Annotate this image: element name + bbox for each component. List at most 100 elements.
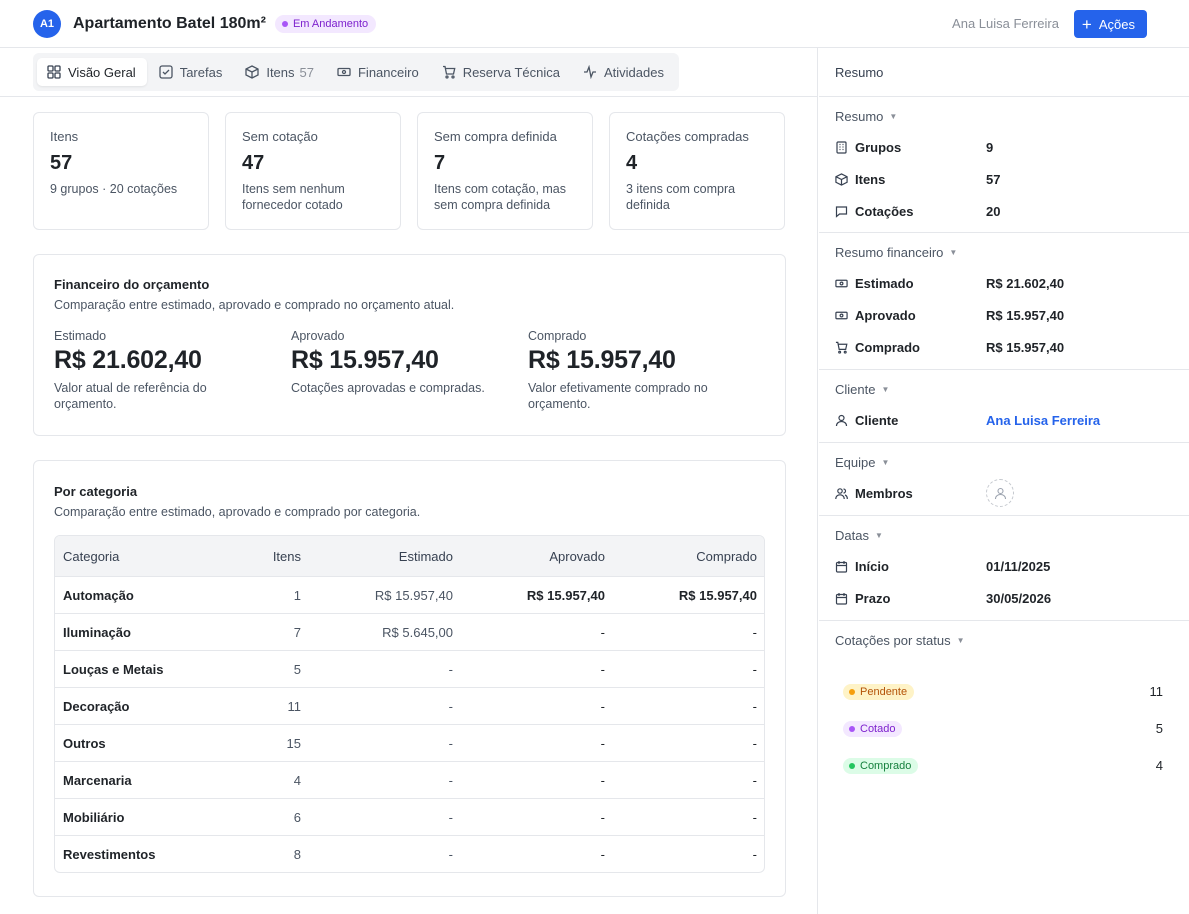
group-title: Datas [835, 527, 869, 543]
card-sub: Itens com cotação, mas sem compra defini… [434, 182, 567, 212]
table-row[interactable]: Iluminação 7 R$ 5.645,00 - - [55, 613, 764, 650]
card-sub: Itens sem nenhum fornecedor cotado [242, 182, 345, 212]
tab-tarefas[interactable]: Tarefas [149, 58, 234, 86]
cell: - [752, 772, 757, 788]
col-header[interactable]: Itens [215, 549, 301, 564]
status-row-cotado: Cotado 5 [843, 710, 1173, 747]
box-icon [835, 172, 848, 186]
row-value: 57 [986, 171, 1001, 187]
cell: R$ 15.957,40 [526, 587, 605, 603]
cell: - [448, 846, 453, 862]
group-toggle[interactable]: Equipe ▼ [835, 454, 1173, 470]
table-row[interactable]: Mobiliário 6 - - - [55, 798, 764, 835]
tab-financeiro[interactable]: Financeiro [327, 58, 430, 86]
table-row[interactable]: Automação 1 R$ 15.957,40 R$ 15.957,40 R$… [55, 576, 764, 613]
group-toggle[interactable]: Cotações por status ▼ [835, 633, 1173, 648]
fin-value: R$ 15.957,40 [291, 346, 439, 374]
card-label: Itens [50, 129, 79, 144]
cell: - [600, 661, 605, 677]
fin-label: Aprovado [291, 329, 345, 343]
page-title: Apartamento Batel 180m² [73, 14, 266, 32]
banknote-icon [337, 67, 351, 77]
cell: Iluminação [63, 624, 131, 640]
group-toggle[interactable]: Datas ▼ [835, 527, 1173, 543]
fin-aprovado: Aprovado R$ 15.957,40 Cotações aprovadas… [291, 329, 528, 412]
cell: Outros [63, 735, 106, 751]
cell: 7 [293, 624, 301, 640]
message-icon [835, 205, 848, 218]
row-inicio: Início 01/11/2025 [835, 550, 1173, 582]
calendar-icon [835, 560, 848, 573]
group-title: Equipe [835, 454, 876, 470]
tab-label: Visão Geral [68, 64, 136, 80]
card-label: Cotações compradas [626, 129, 749, 144]
users-icon [835, 487, 848, 499]
row-aprovado: Aprovado R$ 15.957,40 [835, 299, 1173, 331]
group-resumo-financeiro: Resumo financeiro ▼ Estimado R$ 21.602,4… [819, 233, 1189, 370]
add-member-avatar[interactable] [986, 479, 1014, 507]
fin-label: Comprado [528, 329, 587, 343]
group-toggle[interactable]: Resumo ▼ [835, 109, 1173, 124]
banknote-icon [835, 311, 848, 319]
tab-itens[interactable]: Itens 57 [235, 58, 325, 86]
caret-down-icon: ▼ [889, 111, 898, 121]
cart-icon [835, 341, 848, 354]
table-row[interactable]: Outros 15 - - - [55, 724, 764, 761]
col-header[interactable]: Categoria [55, 549, 215, 564]
cell: - [448, 772, 453, 788]
current-user[interactable]: Ana Luisa Ferreira [952, 16, 1059, 31]
table-row[interactable]: Decoração 11 - - - [55, 687, 764, 724]
table-row[interactable]: Marcenaria 4 - - - [55, 761, 764, 798]
card-sem-cotacao: Sem cotação 47 Itens sem nenhum forneced… [225, 112, 401, 230]
actions-button[interactable]: + Ações [1073, 10, 1147, 38]
cell: - [752, 661, 757, 677]
fin-value: R$ 21.602,40 [54, 346, 202, 374]
card-label: Sem cotação [242, 129, 318, 144]
cell: 5 [293, 661, 301, 677]
col-header[interactable]: Estimado [301, 549, 453, 564]
project-avatar: A1 [33, 9, 61, 38]
status-badge: Comprado [843, 757, 919, 774]
section-subtitle: Comparação entre estimado, aprovado e co… [54, 505, 421, 519]
card-value: 57 [50, 152, 73, 174]
card-value: 7 [434, 152, 446, 174]
categoria-panel: Por categoria Comparação entre estimado,… [33, 460, 786, 897]
col-header[interactable]: Comprado [605, 549, 757, 564]
tab-label: Reserva Técnica [462, 64, 560, 80]
row-estimado: Estimado R$ 21.602,40 [835, 267, 1173, 299]
status-label: Em Andamento [292, 17, 369, 30]
sidebar-title: Resumo [819, 48, 1189, 97]
box-icon [245, 65, 259, 79]
financeiro-panel: Financeiro do orçamento Comparação entre… [33, 254, 786, 436]
row-label: Prazo [855, 590, 891, 606]
table-row[interactable]: Louças e Metais 5 - - - [55, 650, 764, 687]
cell: Mobiliário [63, 809, 125, 825]
actions-label: Ações [1098, 16, 1135, 32]
section-subtitle: Comparação entre estimado, aprovado e co… [54, 298, 455, 312]
cell: Revestimentos [63, 846, 156, 862]
group-toggle[interactable]: Resumo financeiro ▼ [835, 244, 1173, 260]
fin-note: Valor efetivamente comprado no orçamento… [528, 381, 708, 411]
card-sub: 3 itens com compra definida [626, 182, 736, 212]
client-link[interactable]: Ana Luisa Ferreira [986, 413, 1100, 428]
tab-visao-geral[interactable]: Visão Geral [37, 58, 147, 86]
tab-list: Visão Geral Tarefas Itens 57 Financeiro … [33, 53, 679, 91]
fin-note: Cotações aprovadas e compradas. [291, 381, 485, 395]
badge-label: Pendente [860, 685, 908, 698]
cell: 4 [293, 772, 301, 788]
tab-atividades[interactable]: Atividades [573, 58, 675, 86]
status-dot-icon [849, 725, 855, 732]
cart-icon [442, 65, 456, 79]
table-row[interactable]: Revestimentos 8 - - - [55, 835, 764, 872]
col-header[interactable]: Aprovado [453, 549, 605, 564]
tab-label: Atividades [604, 64, 664, 80]
group-title: Resumo financeiro [835, 244, 944, 260]
status-count: 5 [1155, 721, 1163, 736]
row-value: R$ 21.602,40 [986, 275, 1065, 291]
tab-reserva-tecnica[interactable]: Reserva Técnica [432, 58, 571, 86]
card-sem-compra: Sem compra definida 7 Itens com cotação,… [417, 112, 593, 230]
group-toggle[interactable]: Cliente ▼ [835, 382, 1173, 397]
table-header: Categoria Itens Estimado Aprovado Compra… [55, 536, 764, 576]
top-header: A1 Apartamento Batel 180m² Em Andamento … [0, 0, 1189, 48]
row-label: Itens [855, 171, 886, 187]
